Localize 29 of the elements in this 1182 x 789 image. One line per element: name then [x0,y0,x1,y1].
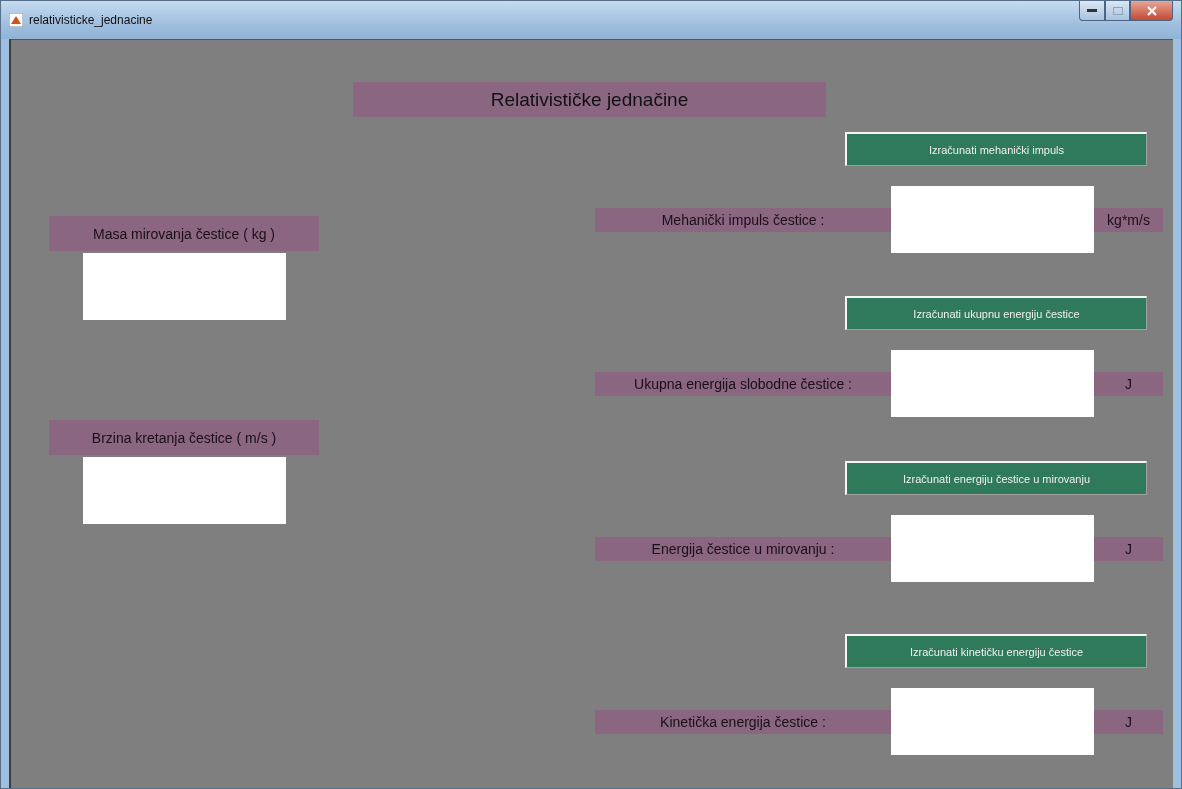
close-button[interactable] [1130,1,1173,21]
unit-label: J [1094,536,1163,561]
output-field[interactable] [891,688,1094,755]
minimize-icon [1087,8,1097,13]
output-label: Kinetička energija čestice : [595,709,891,734]
output-field[interactable] [891,186,1094,253]
maximize-icon [1112,6,1123,15]
calculate-button[interactable]: Izračunati energiju čestice u mirovanju [845,461,1147,495]
close-icon [1146,5,1157,16]
calculate-button[interactable]: Izračunati ukupnu energiju čestice [845,296,1147,330]
input-label: Masa mirovanja čestice ( kg ) [49,216,319,251]
unit-label: kg*m/s [1094,207,1163,232]
output-field[interactable] [891,350,1094,417]
calculate-button[interactable]: Izračunati kinetičku energiju čestice [845,634,1147,668]
input-label: Brzina kretanja čestice ( m/s ) [49,420,319,455]
output-label: Energija čestice u mirovanju : [595,536,891,561]
output-label: Mehanički impuls čestice : [595,207,891,232]
maximize-button[interactable] [1105,1,1130,21]
input-field[interactable] [83,253,286,320]
minimize-button[interactable] [1079,1,1105,21]
app-icon [9,13,23,27]
input-field[interactable] [83,457,286,524]
output-field[interactable] [891,515,1094,582]
calculate-button[interactable]: Izračunati mehanički impuls [845,132,1147,166]
heading: Relativističke jednačine [353,82,826,117]
output-label: Ukupna energija slobodne čestice : [595,371,891,396]
window-title: relativisticke_jednacine [29,13,153,27]
unit-label: J [1094,709,1163,734]
unit-label: J [1094,371,1163,396]
